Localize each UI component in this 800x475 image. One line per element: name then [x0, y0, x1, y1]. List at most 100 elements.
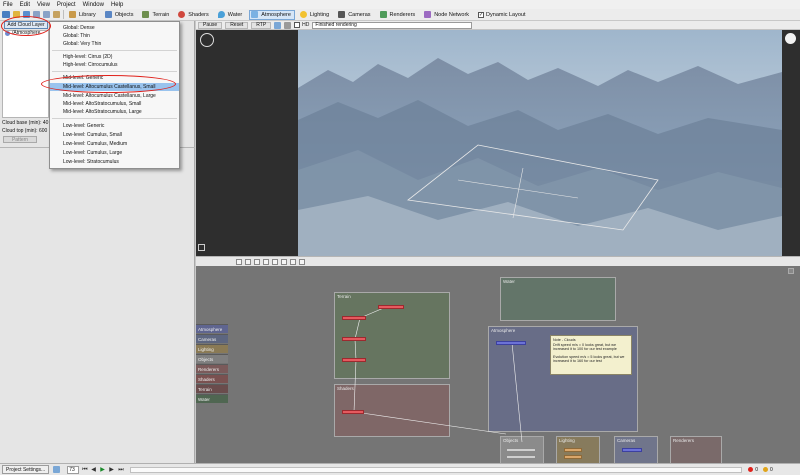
menu-item-cumulus-small[interactable]: Low-level: Cumulus, Small [50, 131, 179, 139]
water-icon [217, 11, 225, 18]
hd-label: HD [302, 22, 310, 28]
menu-item-altostratocumulus-large[interactable]: Mid-level: AltoStratocumulus, Large [50, 108, 179, 116]
light-node[interactable] [564, 455, 582, 459]
sun-icon[interactable] [785, 33, 796, 44]
camera-node[interactable] [622, 448, 642, 452]
pause-button[interactable]: Pause [198, 21, 223, 29]
menu-item-cirrus[interactable]: High-level: Cirrus (2D) [50, 53, 179, 61]
legend-label: Atmosphere [198, 327, 223, 332]
frame-input[interactable]: 73 [67, 465, 80, 474]
clouds-note[interactable]: Note - Clouds Drift speed m/s = 0 looks … [550, 335, 632, 375]
menu-file[interactable]: File [3, 2, 13, 8]
legend-water[interactable]: Water [196, 394, 228, 403]
rtp-button[interactable]: RTP [251, 21, 272, 29]
tab-library[interactable]: Library [67, 10, 100, 20]
menu-help[interactable]: Help [111, 2, 123, 8]
cloud-layer-list[interactable] [2, 30, 49, 118]
error-count: 0 [755, 466, 758, 473]
zoom-in-icon[interactable] [236, 258, 242, 265]
render-view[interactable] [298, 30, 782, 256]
view-icon[interactable] [274, 21, 282, 29]
cloud-base-label: Cloud base (min): 40 [2, 120, 49, 126]
menu-item-global-thin[interactable]: Global: Thin [50, 32, 179, 40]
note-icon[interactable] [290, 258, 296, 265]
menu-window[interactable]: Window [83, 2, 104, 8]
expand-icon[interactable] [198, 244, 205, 251]
object-node[interactable] [506, 448, 536, 452]
note-line: Drift speed m/s = 0 looks great, but we … [553, 342, 617, 352]
legend-atmosphere[interactable]: Atmosphere [196, 324, 228, 333]
tab-cameras[interactable]: Cameras [336, 10, 374, 20]
project-settings-button[interactable]: Project Settings... [2, 465, 50, 474]
legend-terrain[interactable]: Terrain [196, 384, 228, 393]
rtp-label: RTP [256, 22, 267, 28]
redo-icon[interactable] [43, 11, 50, 18]
node-network-editor[interactable]: Terrain Water Atmosphere Shaders Objects… [196, 266, 800, 463]
status-bar: Project Settings... 73 ⏮ ◀ ▶ ▶ ⏭ 0 0 [0, 463, 800, 475]
group-icon[interactable] [281, 258, 287, 265]
atmosphere-node[interactable] [496, 341, 526, 345]
menu-item-cirrocumulus[interactable]: High-level: Cirrocumulus [50, 61, 179, 69]
new-project-icon[interactable] [2, 11, 10, 18]
layout-icon[interactable] [299, 258, 305, 265]
menu-project[interactable]: Project [57, 2, 76, 8]
tab-objects[interactable]: Objects [103, 10, 138, 20]
compass-icon[interactable] [200, 33, 214, 47]
tab-lighting[interactable]: Lighting [298, 10, 333, 20]
legend-label: Objects [198, 357, 214, 362]
menu-item-altocumulus-castellanus-large[interactable]: Mid-level: Altocumulus Castellanus, Larg… [50, 92, 179, 100]
note-line: Evolution speed m/s = 5 looks great, but… [553, 354, 625, 364]
pattern-button[interactable]: Pattern [3, 136, 37, 143]
zoom-out-icon[interactable] [245, 258, 251, 265]
terrain-node[interactable] [378, 305, 404, 309]
library-small-icon[interactable] [53, 11, 60, 18]
legend-shaders[interactable]: Shaders [196, 374, 228, 383]
add-node-icon[interactable] [272, 258, 278, 265]
tab-shaders[interactable]: Shaders [176, 10, 213, 20]
play-icon[interactable]: ▶ [100, 467, 106, 473]
objects-icon [104, 11, 112, 18]
tab-cameras-label: Cameras [348, 11, 371, 18]
timeline-slider[interactable] [130, 466, 743, 473]
menu-item-cumulus-large[interactable]: Low-level: Cumulus, Large [50, 149, 179, 157]
tab-atmosphere-label: Atmosphere [261, 11, 291, 18]
menu-item-global-dense[interactable]: Global: Dense [50, 24, 179, 32]
step-forward-icon[interactable]: ▶ [109, 467, 115, 473]
legend-renderers[interactable]: Renderers [196, 364, 228, 373]
tab-node-network[interactable]: Node Network [422, 10, 473, 20]
tab-atmosphere[interactable]: Atmosphere [249, 9, 295, 20]
skip-back-icon[interactable]: ⏮ [82, 467, 88, 473]
terrain-node[interactable] [342, 316, 366, 320]
skip-forward-icon[interactable]: ⏭ [118, 467, 124, 473]
menu-view[interactable]: View [37, 2, 50, 8]
menu-item-global-very-thin[interactable]: Global: Very Thin [50, 40, 179, 48]
menu-edit[interactable]: Edit [20, 2, 30, 8]
menu-bar: File Edit View Project Window Help [0, 0, 800, 9]
settings-icon[interactable] [284, 21, 292, 29]
object-node[interactable] [506, 455, 536, 459]
legend-lighting[interactable]: Lighting [196, 344, 228, 353]
menu-item-cumulus-medium[interactable]: Low-level: Cumulus, Medium [50, 140, 179, 148]
reset-button[interactable]: Reset [225, 21, 249, 29]
hd-toggle[interactable]: HD [294, 22, 309, 28]
tab-water[interactable]: Water [216, 10, 246, 20]
menu-item-low-generic[interactable]: Low-level: Generic [50, 122, 179, 130]
shader-node[interactable] [342, 410, 364, 414]
light-node[interactable] [564, 448, 582, 452]
tab-terrain[interactable]: Terrain [140, 10, 173, 20]
step-back-icon[interactable]: ◀ [91, 467, 97, 473]
node-network-icon [424, 11, 432, 18]
dynamic-layout-toggle[interactable]: ✓ Dynamic Layout [476, 10, 529, 20]
legend-cameras[interactable]: Cameras [196, 334, 228, 343]
grid-icon[interactable] [263, 258, 269, 265]
pause-label: Pause [203, 22, 218, 28]
fit-view-icon[interactable] [254, 258, 260, 265]
lock-icon[interactable] [53, 466, 61, 473]
menu-item-stratocumulus[interactable]: Low-level: Stratocumulus [50, 158, 179, 166]
legend-objects[interactable]: Objects [196, 354, 228, 363]
menu-item-altostratocumulus-small[interactable]: Mid-level: AltoStratocumulus, Small [50, 100, 179, 108]
terrain-node[interactable] [342, 358, 366, 362]
terrain-node[interactable] [342, 337, 366, 341]
error-counter[interactable]: 0 0 [748, 467, 773, 473]
tab-renderers[interactable]: Renderers [378, 10, 420, 20]
